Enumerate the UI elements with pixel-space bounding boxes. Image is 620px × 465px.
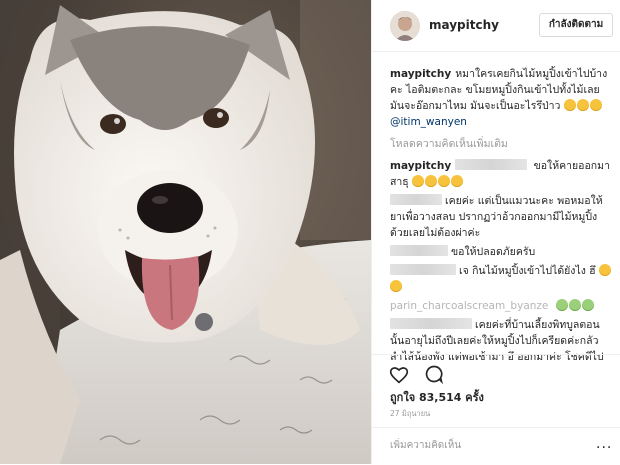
redacted-username xyxy=(390,318,472,329)
comment-item: maypitchy ขอให้คายออกมาสาธุ xyxy=(390,158,612,190)
add-comment-input[interactable] xyxy=(390,436,580,454)
action-icons xyxy=(389,364,454,386)
grinning-emoji-icon xyxy=(598,264,611,276)
likes-count[interactable]: ถูกใจ 83,514 ครั้ง xyxy=(390,388,484,406)
comment-username[interactable]: maypitchy xyxy=(390,160,451,172)
crying-emoji-icon xyxy=(425,175,438,187)
sad-face-emoji-icon xyxy=(589,99,602,111)
comment-item: เคยค่ะ แต่เป็นแมวนะคะ พอหมอให้ยาเพื่อวาง… xyxy=(390,193,612,241)
comment-icon[interactable] xyxy=(424,364,444,388)
load-more-comments-link[interactable]: โหลดความคิดเห็นเพิ่มเติม xyxy=(390,136,612,152)
redacted-username xyxy=(390,245,448,256)
grinning-emoji-icon xyxy=(390,280,402,292)
post-date[interactable]: 27 มิถุนายน xyxy=(390,408,430,420)
redacted-username xyxy=(390,194,442,205)
post-header: maypitchy กำลังติดตาม xyxy=(372,0,620,52)
more-options-icon[interactable]: ... xyxy=(596,436,612,452)
comment-text: ขอให้ปลอดภัยครับ xyxy=(451,246,536,258)
mention-link[interactable]: @itim_wanyen xyxy=(390,116,467,128)
smiling-emoji-icon xyxy=(568,299,581,311)
comment-item: parin_charcoalscream_byanze xyxy=(390,298,612,314)
post-photo[interactable] xyxy=(0,0,371,464)
praying-emoji-icon xyxy=(412,175,425,187)
add-comment-bar: ... xyxy=(372,427,620,465)
crying-emoji-icon xyxy=(451,175,464,187)
redacted-username xyxy=(390,264,456,275)
sad-face-emoji-icon xyxy=(563,99,576,111)
smiling-emoji-icon xyxy=(581,299,594,311)
comment-item: ขอให้ปลอดภัยครับ xyxy=(390,244,612,260)
avatar[interactable] xyxy=(390,11,420,41)
following-button[interactable]: กำลังติดตาม xyxy=(539,13,613,37)
husky-dog-illustration xyxy=(0,0,371,464)
smiling-emoji-icon xyxy=(555,299,568,311)
redacted-mention xyxy=(455,159,528,170)
comments-list: maypitchy หมาใครเคยกินไม้หมูปิ้งเข้าไปบ้า… xyxy=(390,66,612,368)
comment-username[interactable]: parin_charcoalscream_byanze xyxy=(390,300,548,312)
likes-unit: ครั้ง xyxy=(465,391,484,404)
post-sidebar: maypitchy กำลังติดตาม maypitchy หมาใครเคย… xyxy=(371,0,620,464)
crying-emoji-icon xyxy=(438,175,451,187)
comment-item: เจ กินไม้หมูปิ้งเข้าไปได้ยังไง ฮึ xyxy=(390,263,612,295)
caption-username[interactable]: maypitchy xyxy=(390,68,451,80)
avatar-image xyxy=(390,11,420,41)
caption: maypitchy หมาใครเคยกินไม้หมูปิ้งเข้าไปบ้า… xyxy=(390,66,612,130)
post-actions: ถูกใจ 83,514 ครั้ง 27 มิถุนายน ... xyxy=(372,354,620,464)
heart-icon[interactable] xyxy=(389,366,409,388)
sad-face-emoji-icon xyxy=(576,99,589,111)
comment-text: เจ กินไม้หมูปิ้งเข้าไปได้ยังไง ฮึ xyxy=(459,265,596,277)
likes-label: ถูกใจ xyxy=(390,391,416,404)
likes-number: 83,514 xyxy=(418,391,462,404)
instagram-post: maypitchy กำลังติดตาม maypitchy หมาใครเคย… xyxy=(0,0,620,464)
owner-username[interactable]: maypitchy xyxy=(429,18,499,32)
